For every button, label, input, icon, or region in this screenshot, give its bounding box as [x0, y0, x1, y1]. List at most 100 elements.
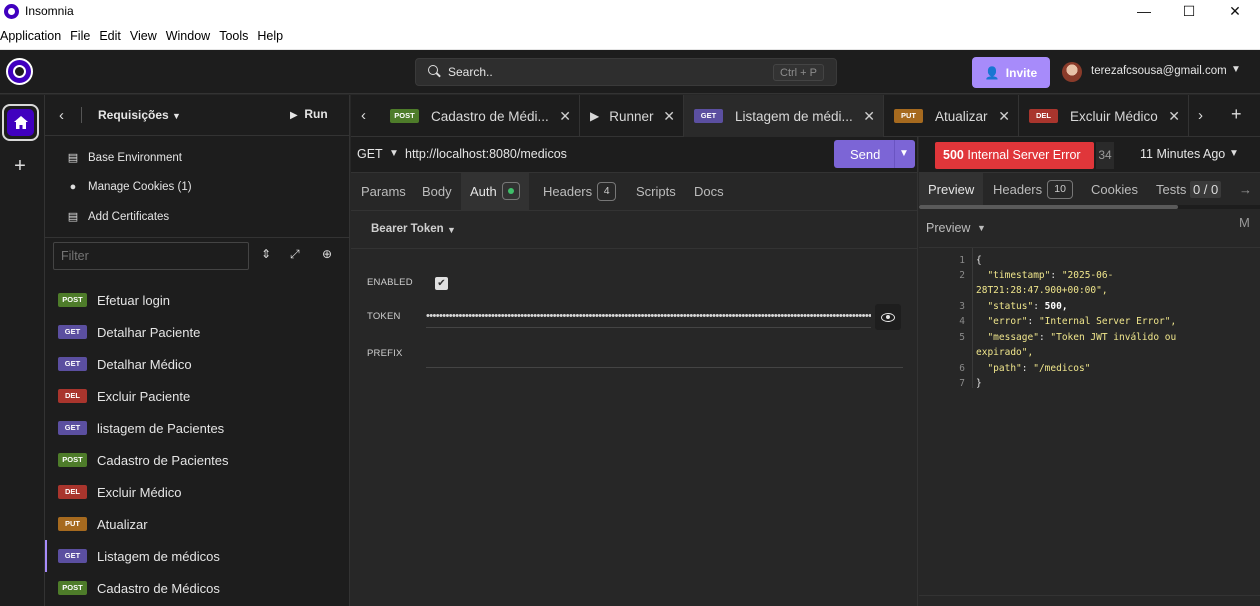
tab-excluir-medico[interactable]: DEL Excluir Médico ✕ [1019, 95, 1189, 137]
close-icon[interactable]: ✕ [1168, 108, 1180, 125]
menu-application[interactable]: Application [0, 29, 67, 43]
minimize-button[interactable]: — [1121, 0, 1167, 22]
tab-preview[interactable]: Preview [919, 173, 984, 206]
request-list: POST Efetuar login GET Detalhar Paciente G… [45, 284, 349, 604]
token-input[interactable]: ••••••••••••••••••••••••••••••••••••••••… [426, 306, 871, 328]
app-header: Search.. Ctrl + P 👤 Invite terezafcsousa… [0, 50, 1260, 94]
close-icon[interactable]: ✕ [998, 108, 1010, 125]
tab-cookies[interactable]: Cookies [1091, 173, 1138, 206]
request-sub-tabs: Params Body Auth Headers 4 Scripts Docs [351, 173, 917, 211]
method-select[interactable]: GET [357, 147, 383, 161]
method-badge: GET [694, 109, 723, 123]
menu-file[interactable]: File [70, 29, 96, 43]
tab-listagem-medicos[interactable]: GET Listagem de médi... ✕ [684, 95, 884, 137]
show-token-button[interactable] [875, 304, 901, 330]
enabled-checkbox[interactable]: ✔ [435, 277, 448, 290]
prefix-input[interactable] [426, 367, 903, 368]
invite-button[interactable]: 👤 Invite [972, 57, 1050, 88]
new-tab-button[interactable]: + [1231, 104, 1242, 125]
tab-tests[interactable]: Tests 0 / 0 [1156, 173, 1222, 206]
close-icon[interactable]: ✕ [559, 108, 571, 125]
tab-response-headers[interactable]: Headers 10 [993, 173, 1074, 206]
method-badge: GET [58, 421, 87, 435]
expand-icon[interactable]: ⤢ [290, 247, 300, 262]
list-item[interactable]: DEL Excluir Paciente [45, 380, 349, 412]
tab-cadastro-medicos[interactable]: POST Cadastro de Médi... ✕ [376, 95, 580, 137]
list-item[interactable]: GET Detalhar Paciente [45, 316, 349, 348]
chevron-down-icon[interactable]: ▼ [389, 148, 399, 159]
tab-body[interactable]: Body [422, 173, 452, 211]
tab-docs[interactable]: Docs [694, 173, 724, 211]
response-time-ago[interactable]: 11 Minutes Ago [1140, 147, 1225, 161]
menu-view[interactable]: View [130, 29, 163, 43]
title-bar: Insomnia — ☐ ✕ [0, 0, 1260, 22]
list-item[interactable]: POST Efetuar login [45, 284, 349, 316]
menu-tools[interactable]: Tools [219, 29, 254, 43]
method-badge: POST [390, 109, 419, 123]
menu-window[interactable]: Window [166, 29, 216, 43]
method-badge: GET [58, 357, 87, 371]
chevron-down-icon[interactable]: ▼ [1231, 64, 1241, 75]
close-icon[interactable]: ✕ [663, 108, 675, 125]
url-input[interactable]: http://localhost:8080/medicos [405, 147, 567, 161]
manage-cookies-link[interactable]: ● Manage Cookies (1) [45, 173, 349, 203]
add-certificates-link[interactable]: ▤ Add Certificates [45, 202, 349, 232]
tab-headers[interactable]: Headers 4 [543, 173, 617, 211]
insomnia-home-logo-icon[interactable] [6, 58, 33, 85]
project-rail: + [0, 95, 45, 606]
back-icon[interactable]: ‹ [59, 107, 64, 124]
menu-help[interactable]: Help [257, 29, 289, 43]
chevron-left-icon[interactable]: ‹ [361, 107, 366, 124]
list-item[interactable]: GET Detalhar Médico [45, 348, 349, 380]
list-item[interactable]: PUT Atualizar [45, 508, 349, 540]
list-item[interactable]: GET listagem de Pacientes [45, 412, 349, 444]
preview-mode-select[interactable]: Preview ▼ [919, 208, 1260, 248]
list-item[interactable]: POST Cadastro de Médicos [45, 572, 349, 604]
list-item[interactable]: DEL Excluir Médico [45, 476, 349, 508]
run-button[interactable]: ▶ Run [290, 107, 328, 121]
tab-auth[interactable]: Auth [461, 173, 529, 211]
base-environment-link[interactable]: ▤ Base Environment [45, 143, 349, 173]
auth-type-select[interactable]: Bearer Token ▼ [351, 211, 917, 249]
insomnia-logo-icon [4, 3, 19, 19]
list-item-active[interactable]: GET Listagem de médicos [45, 540, 349, 572]
add-request-icon[interactable]: ⊕ [322, 247, 332, 261]
maximize-button[interactable]: ☐ [1166, 0, 1212, 22]
chevron-down-icon[interactable]: ▼ [1229, 148, 1239, 159]
method-badge: PUT [894, 109, 923, 123]
cookie-icon: ● [69, 181, 77, 194]
method-badge: GET [58, 549, 87, 563]
collection-title[interactable]: Requisições ▼ [98, 108, 181, 122]
document-icon: ▤ [67, 152, 79, 165]
chevron-right-icon[interactable]: › [1198, 107, 1203, 124]
method-badge: POST [58, 293, 87, 307]
menu-bar: Application File Edit View Window Tools … [0, 22, 1260, 50]
send-button[interactable]: Send ▼ [834, 140, 915, 168]
home-button[interactable] [2, 104, 39, 141]
chevron-down-icon: ▼ [977, 223, 986, 233]
method-badge: POST [58, 453, 87, 467]
tab-runner[interactable]: ▶ Runner ✕ [580, 95, 684, 137]
tab-scripts[interactable]: Scripts [636, 173, 676, 211]
user-email[interactable]: terezafcsousa@gmail.com [1091, 65, 1227, 77]
tab-more[interactable]: → M [1239, 173, 1260, 230]
chevron-down-icon[interactable]: ▼ [899, 148, 909, 159]
search-bar[interactable]: Search.. Ctrl + P [415, 58, 837, 86]
tab-params[interactable]: Params [361, 173, 406, 211]
menu-edit[interactable]: Edit [99, 29, 127, 43]
avatar[interactable] [1062, 62, 1082, 82]
filter-input[interactable] [53, 242, 249, 270]
list-item[interactable]: POST Cadastro de Pacientes [45, 444, 349, 476]
add-project-button[interactable]: + [11, 156, 29, 176]
response-status-bar: 500 Internal Server Error 34 11 Minutes … [919, 137, 1260, 173]
tab-atualizar[interactable]: PUT Atualizar ✕ [884, 95, 1019, 137]
home-icon [13, 116, 28, 129]
certificate-icon: ▤ [67, 211, 79, 224]
window-title: Insomnia [25, 4, 74, 18]
sort-icon[interactable]: ⇕ [261, 247, 271, 261]
play-icon: ▶ [290, 110, 298, 121]
close-icon[interactable]: ✕ [863, 108, 875, 125]
method-badge: DEL [58, 389, 87, 403]
close-window-button[interactable]: ✕ [1212, 0, 1258, 22]
response-size: 34 [1096, 142, 1114, 169]
